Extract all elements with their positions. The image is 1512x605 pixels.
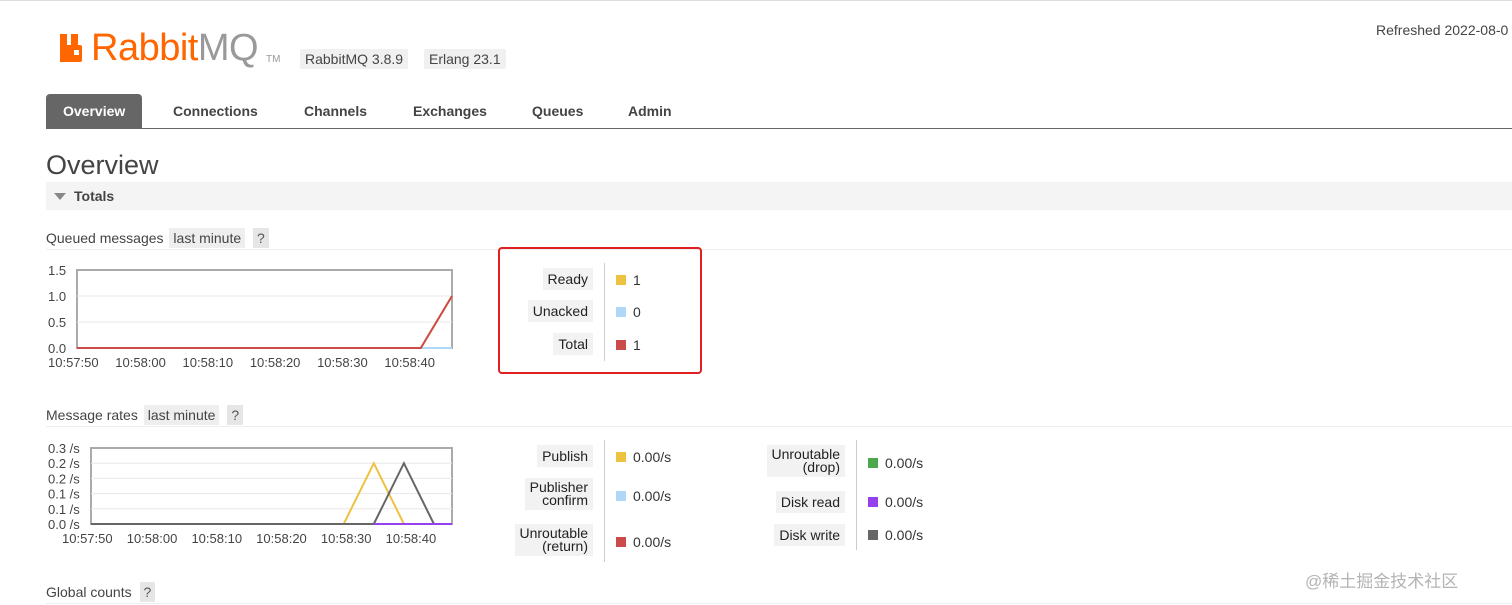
- rates-help-button[interactable]: ?: [227, 405, 244, 425]
- x-tick-label: 10:58:20: [250, 355, 301, 370]
- legend-publisher-confirm: Publisher confirm: [505, 478, 593, 510]
- rabbit-logo-icon: [60, 34, 82, 62]
- legend-unroutable-drop: Unroutable (drop): [758, 445, 845, 477]
- tab-admin[interactable]: Admin: [628, 94, 672, 128]
- x-tick-label: 10:58:30: [317, 355, 368, 370]
- legend-unroutable-return-label: Unroutable (return): [514, 524, 593, 556]
- queued-divider: [46, 249, 1512, 250]
- y-tick-label: 0.3 /s: [48, 441, 80, 456]
- legend-unroutable-return-swatch: [616, 537, 626, 547]
- tab-overview[interactable]: Overview: [46, 94, 143, 128]
- rates-divider: [46, 426, 1512, 427]
- x-tick-label: 10:57:50: [62, 531, 113, 546]
- x-tick-label: 10:58:40: [386, 531, 437, 546]
- logo-text: RabbitMQ: [91, 27, 259, 69]
- y-tick-label: 0.0: [48, 341, 66, 356]
- legend-unroutable-drop-swatch: [868, 458, 878, 468]
- x-tick-label: 10:58:00: [127, 531, 178, 546]
- y-tick-label: 1.0: [48, 289, 66, 304]
- legend-publish-label: Publish: [537, 445, 593, 467]
- rabbitmq-version-badge: RabbitMQ 3.8.9: [300, 49, 409, 69]
- x-tick-label: 10:58:10: [191, 531, 242, 546]
- tab-connections[interactable]: Connections: [173, 94, 258, 128]
- legend-publisher-confirm-value: 0.00/s: [633, 488, 672, 504]
- queued-messages-heading: Queued messages last minute ?: [46, 228, 269, 248]
- legend-unroutable-drop-line2: (drop): [802, 459, 840, 475]
- y-tick-label: 0.0 /s: [48, 517, 80, 532]
- y-tick-label: 0.1 /s: [48, 487, 80, 502]
- legend-disk-read-label: Disk read: [775, 491, 845, 513]
- watermark: @稀土掘金技术社区: [1305, 572, 1459, 591]
- x-tick-label: 10:58:00: [115, 355, 166, 370]
- tabs-underline: [46, 128, 1512, 129]
- x-tick-label: 10:58:30: [321, 531, 372, 546]
- global-counts-divider: [46, 603, 1512, 604]
- legend-publisher-confirm-label: Publisher confirm: [524, 478, 593, 510]
- legend-disk-read-value: 0.00/s: [885, 494, 924, 510]
- message-rates-heading: Message rates last minute ?: [46, 405, 244, 425]
- collapse-arrow-icon: [54, 193, 66, 200]
- legend-disk-write-value: 0.00/s: [885, 527, 924, 543]
- legend-disk-read: Disk read: [758, 491, 845, 513]
- global-counts-help-button[interactable]: ?: [139, 582, 156, 602]
- global-counts-heading: Global counts ?: [46, 582, 156, 602]
- annotation-highlight-box: [498, 247, 702, 374]
- message-rates-svg: 0.3 /s0.2 /s0.2 /s0.1 /s0.1 /s0.0 /s10:5…: [48, 441, 453, 546]
- queued-messages-title: Queued messages: [46, 230, 164, 246]
- legend-unroutable-return-line2: (return): [542, 538, 588, 554]
- x-tick-label: 10:58:10: [183, 355, 234, 370]
- legend-unroutable-return-value: 0.00/s: [633, 534, 672, 550]
- legend-publish-value: 0.00/s: [633, 449, 672, 465]
- logo-trademark: TM: [266, 54, 281, 65]
- legend-disk-write-label: Disk write: [774, 524, 845, 546]
- y-tick-label: 0.1 /s: [48, 502, 80, 517]
- y-tick-label: 0.2 /s: [48, 471, 80, 486]
- rates-range-selector[interactable]: last minute: [143, 405, 220, 425]
- top-border: [0, 0, 1512, 1]
- tab-channels[interactable]: Channels: [304, 94, 367, 128]
- y-tick-label: 1.5: [48, 263, 66, 278]
- message-rates-chart: 0.3 /s 0.2 /s 0.2 /s 0.1 /s 0.1 /s 0.0 /s 10:5…: [46, 440, 466, 552]
- tab-queues[interactable]: Queues: [532, 94, 583, 128]
- x-tick-label: 10:58:20: [256, 531, 307, 546]
- logo-text-secondary: MQ: [197, 27, 259, 69]
- x-tick-label: 10:57:50: [48, 355, 99, 370]
- legend-disk-read-swatch: [868, 497, 878, 507]
- section-title: Totals: [74, 188, 115, 204]
- legend-unroutable-drop-value: 0.00/s: [885, 455, 924, 471]
- queued-messages-svg: 1.5 1.0 0.5 0.010:57:50 10:58:00 10:58:10 10:5…: [48, 263, 453, 370]
- rates-legend-divider-right: [856, 440, 857, 550]
- message-rates-title: Message rates: [46, 407, 138, 423]
- y-tick-label: 0.5: [48, 315, 66, 330]
- plot-frame: [76, 269, 453, 349]
- legend-publish: Publish: [505, 445, 593, 467]
- queued-messages-chart: 1.5 1.0 0.5 0.0 10:57:50 10:58:00 10:58:10 10:5…: [46, 262, 466, 374]
- global-counts-title: Global counts: [46, 584, 132, 600]
- y-tick-label: 0.2 /s: [48, 456, 80, 471]
- legend-unroutable-return: Unroutable (return): [505, 524, 593, 556]
- legend-publisher-confirm-swatch: [616, 491, 626, 501]
- queued-help-button[interactable]: ?: [253, 228, 269, 248]
- legend-disk-write-swatch: [868, 530, 878, 540]
- tab-exchanges[interactable]: Exchanges: [413, 94, 487, 128]
- queued-range-selector[interactable]: last minute: [169, 228, 246, 248]
- legend-publish-swatch: [616, 452, 626, 462]
- totals-section-header[interactable]: Totals: [46, 182, 1512, 210]
- logo-text-primary: Rabbit: [91, 27, 198, 69]
- legend-unroutable-drop-label: Unroutable (drop): [766, 445, 845, 477]
- refreshed-timestamp: Refreshed 2022-08-0: [1376, 22, 1509, 38]
- legend-publisher-confirm-line2: confirm: [542, 492, 588, 508]
- erlang-version-badge: Erlang 23.1: [424, 49, 506, 69]
- rates-legend-divider-left: [604, 440, 605, 562]
- x-tick-label: 10:58:40: [384, 355, 435, 370]
- page-title: Overview: [46, 150, 159, 180]
- legend-disk-write: Disk write: [758, 524, 845, 546]
